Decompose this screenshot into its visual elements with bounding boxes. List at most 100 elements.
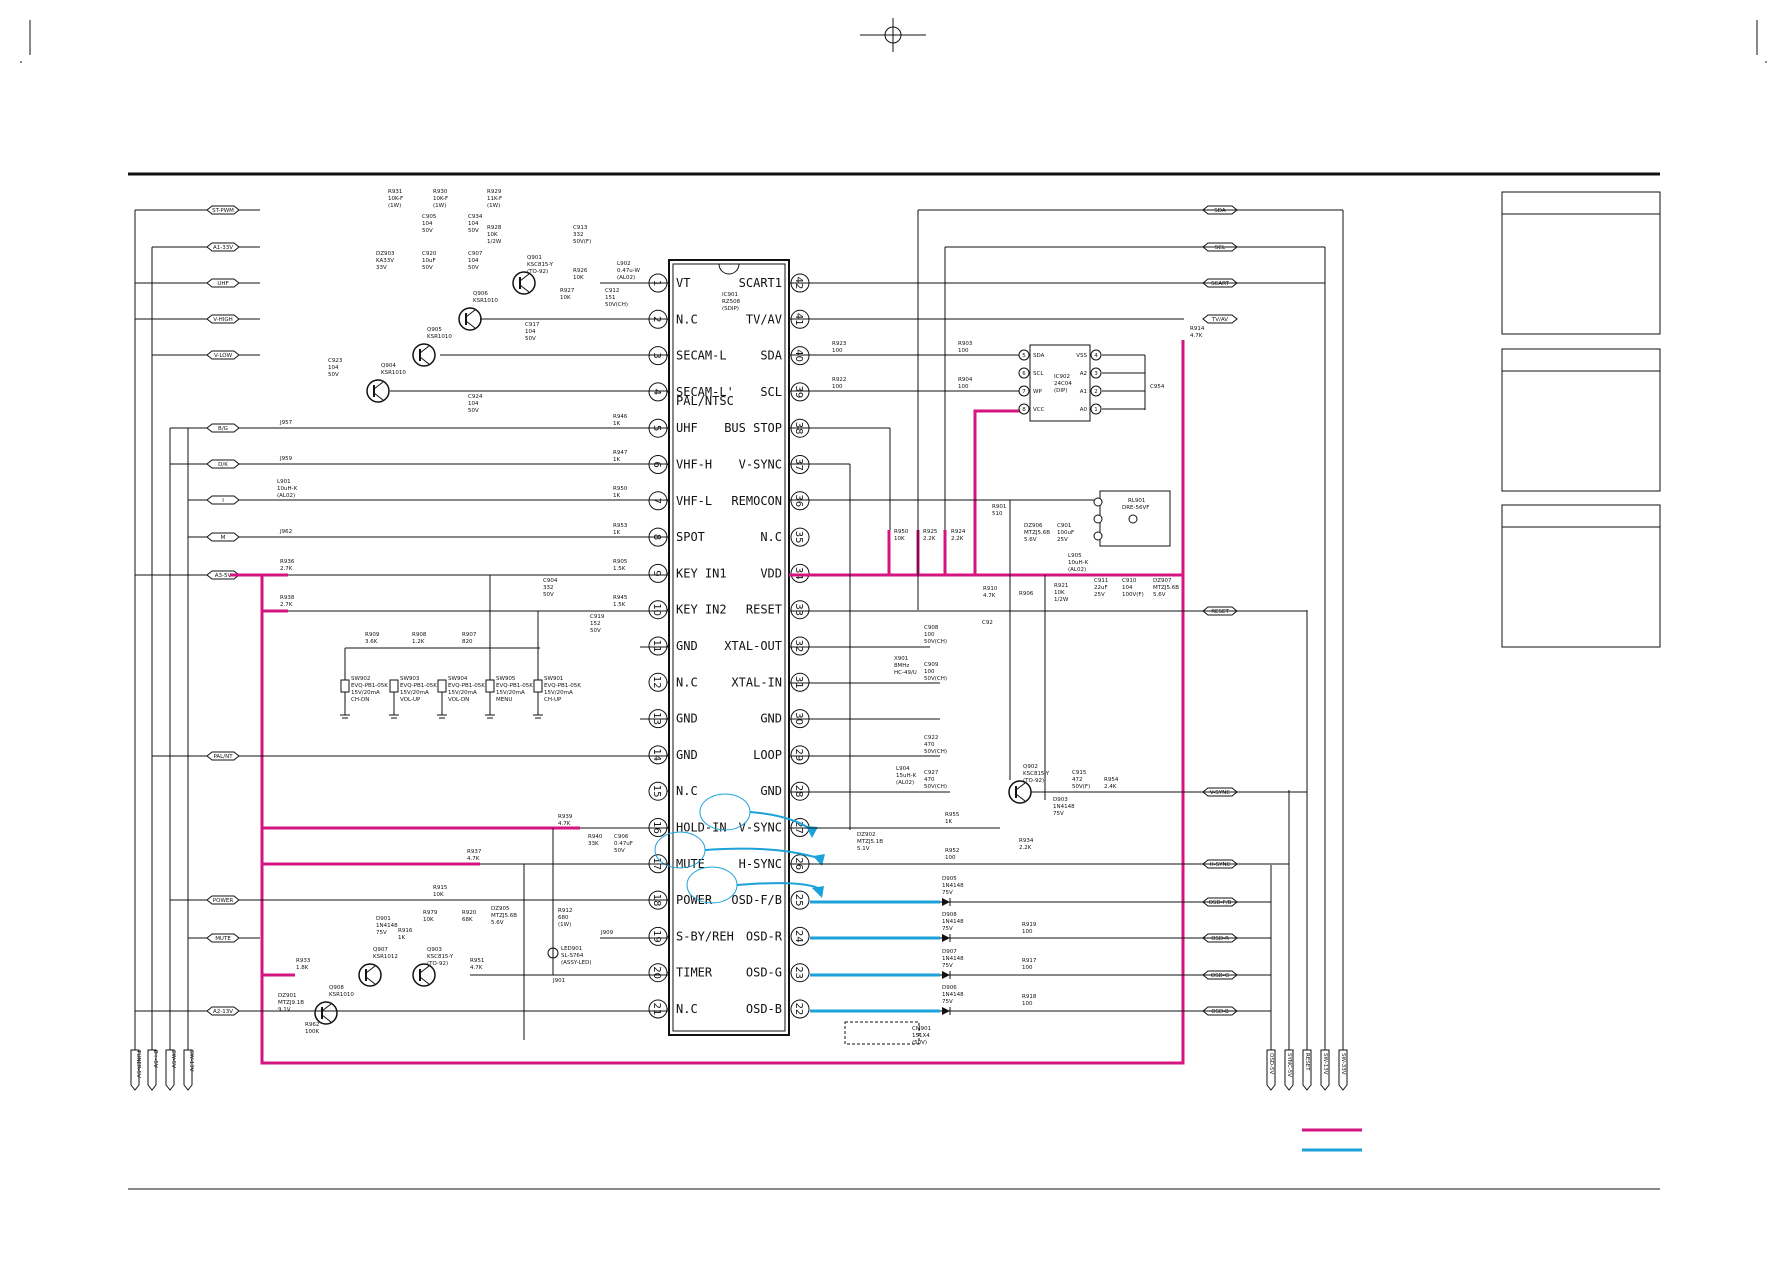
c915-val: 472 — [1072, 777, 1083, 783]
r903-val: 100 — [958, 348, 969, 354]
ic902-pin-number: 8 — [1022, 407, 1026, 413]
c919-ref: C919 — [590, 614, 605, 620]
dz902-ref: DZ902 — [857, 832, 876, 838]
bottom-right-tag-label: RESET — [1304, 1053, 1310, 1071]
d907-val: 1N4148 — [942, 956, 964, 962]
c954-ref: C954 — [1150, 384, 1165, 390]
r921-val: 10K — [1054, 590, 1065, 596]
r915-val: 10K — [433, 892, 444, 898]
switch-func: MENU — [496, 697, 512, 703]
r905-ref: R905 — [613, 559, 628, 565]
crop-marks — [20, 18, 1767, 63]
ic901-pin-label: GND — [760, 784, 782, 798]
cm901-ref: CM901 — [912, 1026, 931, 1032]
r927-val: 10K — [560, 295, 571, 301]
ic901-pin-label: SECAM-L' — [676, 385, 734, 399]
r954-val: 2.4K — [1104, 784, 1117, 790]
dz907-ref: DZ907 — [1153, 578, 1172, 584]
ic901-pin-number: 29 — [793, 749, 804, 762]
c922-ref: C922 — [924, 735, 938, 741]
switch-ref: SW901 — [544, 676, 563, 682]
r947-val: 1K — [613, 457, 620, 463]
switch-rating: 15V/20mA — [448, 690, 477, 696]
r904-val: 100 — [958, 384, 969, 390]
dz901-ref: DZ901 — [278, 993, 297, 999]
ic901-pin-number: 10 — [651, 603, 662, 616]
ic901-pin-24: 24 OSD-R — [746, 926, 810, 946]
r931-type: (1W) — [388, 203, 401, 209]
r931-val: 10K-F — [388, 196, 403, 202]
r931-ref: R931 — [388, 189, 402, 195]
r908-ref: R908 — [412, 632, 427, 638]
r945-ref: R945 — [613, 595, 628, 601]
c924-rating: 50V — [468, 408, 479, 414]
r926-ref: R926 — [573, 268, 588, 274]
r940-val: 33K — [588, 841, 599, 847]
right-vertical-rails — [1270, 210, 1344, 1050]
bottom-right-tag-label: SW-33V — [1340, 1053, 1346, 1075]
transistor-q905: Q905KSR1010 — [412, 327, 452, 367]
right-tag-label: OSD-B — [1211, 1009, 1229, 1015]
bottom-left-tag-label: TUNER-5V — [135, 1049, 141, 1078]
c910-rating: 100V(F) — [1122, 592, 1144, 598]
switch-part: EVQ-PB1-05K — [400, 683, 437, 689]
right-tag-label: OSD-G — [1211, 973, 1230, 979]
d906-val: 1N4148 — [942, 992, 964, 998]
l905-ref: L905 — [1068, 553, 1082, 559]
r979-ref: R979 — [423, 910, 438, 916]
bottom-left-tag-3: SW-13V — [183, 1049, 194, 1091]
ic901-pkg: (SDIP) — [722, 306, 739, 312]
ic901-pin-label: N.C — [676, 1002, 698, 1016]
r916-ref: R916 — [398, 928, 413, 934]
c923-val: 104 — [328, 365, 339, 371]
ic902-pin-number: 5 — [1022, 353, 1026, 359]
r910-ref: R910 — [983, 586, 998, 592]
ic901-pin-number: 15 — [651, 785, 662, 798]
ic901-pin-20: 20 TIMER — [648, 963, 713, 983]
ic901-pin-4: 4 SECAM-L' — [648, 382, 734, 402]
switch-sw904: SW904EVQ-PB1-05K15V/20mAVOL-DN — [437, 676, 485, 719]
ic901-pin-label: H-SYNC — [739, 857, 782, 871]
l901-val: 10uH-K — [277, 486, 298, 492]
transistor-q903: Q903KSC815-Y(TO-92) — [412, 947, 454, 987]
c909-val: 100 — [924, 669, 935, 675]
right-tag-label: V-SYNC — [1210, 790, 1230, 796]
ic901-ref: IC901 — [722, 292, 738, 298]
switch-sw905: SW905EVQ-PB1-05K15V/20mAMENU — [485, 676, 533, 719]
c901-val: 100uF — [1057, 530, 1074, 536]
ic902-pin-label: A2 — [1080, 371, 1087, 377]
right-tag-label: OSD-F/B — [1209, 900, 1232, 906]
transistor-pkg: (TO-92) — [527, 269, 548, 275]
transistor-q906: Q906KSR1010 — [458, 291, 498, 331]
bottom-right-tag-0: OSD-5V — [1266, 1049, 1276, 1091]
c913-ref: C913 — [573, 225, 588, 231]
r939-ref: R939 — [558, 814, 573, 820]
l901-rating: (AL02) — [277, 493, 295, 499]
r904-ref: R904 — [958, 377, 973, 383]
d905-rating: 75V — [942, 890, 953, 896]
bottom-left-tag-label: B+-5V — [152, 1050, 158, 1068]
ic901-pin-number: 28 — [793, 785, 804, 798]
l902-rating: (AL02) — [617, 275, 635, 281]
l905-val: 10uH-K — [1068, 560, 1089, 566]
ic901-pin-label: SDA — [760, 349, 782, 363]
left-tag-label: POWER — [213, 898, 234, 904]
r939-val: 4.7K — [558, 821, 571, 827]
c912-val: 151 — [605, 295, 616, 301]
rl901-ref: RL901 — [1128, 498, 1145, 504]
c906-ref: C906 — [614, 834, 629, 840]
left-tag-label: UHF — [217, 281, 228, 287]
left-tag-label: D/K — [218, 462, 228, 468]
dz906-val: MTZJ5.6B — [1024, 530, 1050, 536]
ic901-pin-label: KEY IN2 — [676, 603, 727, 617]
r962-ref: R962 — [305, 1022, 319, 1028]
left-tag-label: A1-33V — [213, 245, 233, 251]
transistor-part: KSR1010 — [473, 298, 498, 304]
r905-val: 1.5K — [613, 566, 626, 572]
switch-rating: 15V/20mA — [544, 690, 573, 696]
led901-val: SL-S764 — [561, 953, 584, 959]
bottom-right-tag-1: SYNC-5V — [1284, 1049, 1294, 1091]
left-tag-label: M — [221, 535, 226, 541]
r924-ref: R924 — [951, 529, 966, 535]
c924-val: 104 — [468, 401, 479, 407]
